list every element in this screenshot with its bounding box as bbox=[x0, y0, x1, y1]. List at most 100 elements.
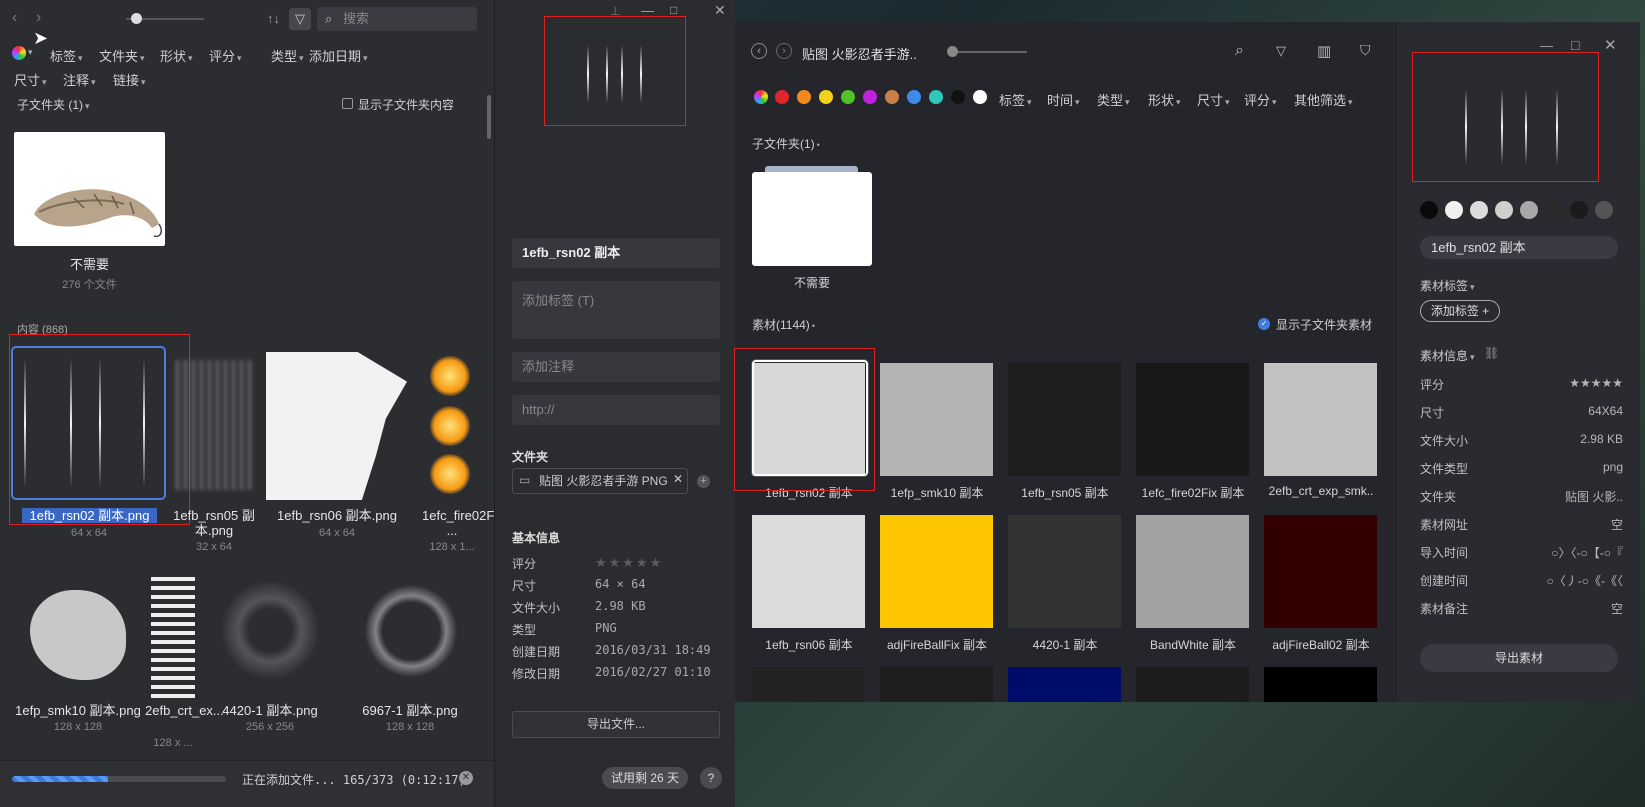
color-swatch[interactable] bbox=[973, 90, 987, 104]
subfolder-header[interactable]: 子文件夹(1) • bbox=[752, 135, 820, 152]
zoom-slider[interactable] bbox=[951, 51, 1027, 53]
material-tile[interactable] bbox=[1136, 363, 1249, 476]
show-subfolder-checkbox[interactable] bbox=[342, 98, 353, 109]
inspector-name-field[interactable]: 1efb_rsn02 副本 bbox=[1420, 236, 1618, 259]
color-swatch[interactable] bbox=[907, 90, 921, 104]
link-icon[interactable]: ⛓ bbox=[1484, 346, 1499, 360]
palette-swatch[interactable] bbox=[1470, 201, 1488, 219]
chevron-right-icon[interactable]: › bbox=[36, 9, 41, 27]
folder-chip[interactable]: 贴图 火影忍者手游 PNG bbox=[512, 468, 688, 494]
materials-header[interactable]: 素材(1144) • bbox=[752, 316, 815, 333]
filter-row2-1[interactable]: 注释 ▾ bbox=[63, 70, 96, 89]
zoom-slider-handle[interactable] bbox=[947, 46, 958, 57]
material-tile[interactable] bbox=[880, 515, 993, 628]
material-tile[interactable] bbox=[1136, 667, 1249, 702]
filter-4[interactable]: 类型 ▾ bbox=[271, 46, 304, 65]
material-tile[interactable] bbox=[1008, 515, 1121, 628]
color-swatch[interactable] bbox=[863, 90, 877, 104]
thumbnail-6967[interactable] bbox=[363, 583, 459, 679]
sort-icon[interactable]: ↑↓ bbox=[267, 11, 280, 26]
filter-5[interactable]: 评分 ▾ bbox=[1244, 90, 1277, 109]
close-icon[interactable]: ✕ bbox=[1604, 36, 1617, 54]
material-tile[interactable] bbox=[1008, 363, 1121, 476]
color-swatch[interactable] bbox=[797, 90, 811, 104]
color-wheel-icon[interactable] bbox=[754, 90, 768, 104]
url-field[interactable]: http:// bbox=[512, 395, 720, 425]
scrollbar-thumb[interactable] bbox=[487, 95, 491, 139]
filter-icon[interactable]: ▽ bbox=[289, 8, 311, 30]
filter-1[interactable]: 时间 ▾ bbox=[1047, 90, 1080, 109]
filter-row2-2[interactable]: 链接 ▾ bbox=[113, 70, 146, 89]
chevron-left-icon[interactable]: ‹ bbox=[12, 9, 17, 27]
minimize-icon[interactable]: — bbox=[1540, 38, 1553, 53]
layout-icon[interactable]: ▥ bbox=[1317, 42, 1331, 60]
tag-field[interactable]: 添加标签 (T) bbox=[512, 281, 720, 339]
palette-swatch[interactable] bbox=[1445, 201, 1463, 219]
remove-folder-icon[interactable]: ✕ bbox=[673, 472, 683, 486]
color-swatch[interactable] bbox=[929, 90, 943, 104]
color-filter-icon[interactable] bbox=[12, 46, 26, 60]
palette-swatch[interactable] bbox=[1545, 201, 1563, 219]
color-swatch[interactable] bbox=[841, 90, 855, 104]
add-folder-icon[interactable]: + bbox=[697, 475, 710, 488]
material-tile[interactable] bbox=[1008, 667, 1121, 702]
close-icon[interactable]: ✕ bbox=[714, 2, 726, 19]
filter-icon[interactable]: ▽ bbox=[1276, 43, 1286, 59]
color-swatch[interactable] bbox=[775, 90, 789, 104]
filter-row2-0[interactable]: 尺寸 ▾ bbox=[14, 70, 47, 89]
search-input[interactable]: 搜索 bbox=[317, 7, 477, 31]
filter-2[interactable]: 形状 ▾ bbox=[160, 46, 193, 65]
material-tile[interactable] bbox=[1136, 515, 1249, 628]
shirt-icon[interactable]: ⛉ bbox=[1360, 42, 1371, 59]
color-swatch[interactable] bbox=[951, 90, 965, 104]
filter-3[interactable]: 评分 ▾ bbox=[209, 46, 242, 65]
filter-0[interactable]: 标签 ▾ bbox=[50, 46, 83, 65]
filter-5[interactable]: 添加日期 ▾ bbox=[309, 46, 368, 65]
filter-6[interactable]: 其他筛选 ▾ bbox=[1294, 90, 1353, 109]
palette-swatch[interactable] bbox=[1520, 201, 1538, 219]
trial-badge[interactable]: 试用剩 26 天 bbox=[602, 767, 688, 789]
palette-swatch[interactable] bbox=[1570, 201, 1588, 219]
thumbnail-crt-exp[interactable] bbox=[151, 577, 195, 699]
forward-icon[interactable]: › bbox=[776, 43, 792, 59]
filter-2[interactable]: 类型 ▾ bbox=[1097, 90, 1130, 109]
info-label[interactable]: 素材信息 ▾ bbox=[1420, 347, 1475, 364]
material-tile[interactable] bbox=[880, 363, 993, 476]
zoom-slider-handle[interactable] bbox=[131, 13, 142, 24]
filter-1[interactable]: 文件夹 ▾ bbox=[99, 46, 145, 65]
palette-swatch[interactable] bbox=[1495, 201, 1513, 219]
name-field[interactable]: 1efb_rsn02 副本 bbox=[512, 238, 720, 268]
folder-thumbnail[interactable] bbox=[752, 172, 872, 266]
cancel-icon[interactable]: ✕ bbox=[459, 771, 473, 785]
filter-0[interactable]: 标签 ▾ bbox=[999, 90, 1032, 109]
material-tile[interactable] bbox=[1264, 667, 1377, 702]
thumbnail-4420[interactable] bbox=[220, 580, 320, 680]
export-file-button[interactable]: 导出文件... bbox=[512, 711, 720, 738]
mouse-cursor-icon: ➤ bbox=[33, 28, 49, 48]
maximize-icon[interactable]: □ bbox=[670, 3, 677, 17]
folder-thumbnail[interactable] bbox=[14, 132, 165, 246]
rating-stars[interactable]: ★★★★★ bbox=[595, 555, 663, 571]
show-sub-materials-checkbox[interactable]: ✓ bbox=[1258, 318, 1270, 330]
help-button[interactable]: ? bbox=[700, 767, 722, 789]
material-tile[interactable] bbox=[752, 667, 865, 702]
palette-swatch[interactable] bbox=[1595, 201, 1613, 219]
material-tile[interactable] bbox=[1264, 515, 1377, 628]
export-material-button[interactable]: 导出素材 bbox=[1420, 644, 1618, 672]
add-tag-button[interactable]: 添加标签 + bbox=[1420, 300, 1500, 322]
search-icon[interactable]: ⌕ bbox=[1235, 42, 1244, 60]
filter-4[interactable]: 尺寸 ▾ bbox=[1197, 90, 1230, 109]
thumbnail-rsn05[interactable] bbox=[176, 360, 251, 490]
subfolder-header[interactable]: 子文件夹 (1) ▾ bbox=[17, 96, 90, 113]
color-swatch[interactable] bbox=[885, 90, 899, 104]
back-icon[interactable]: ‹ bbox=[751, 43, 767, 59]
color-swatch[interactable] bbox=[819, 90, 833, 104]
material-tile[interactable] bbox=[1264, 363, 1377, 476]
note-field[interactable]: 添加注释 bbox=[512, 352, 720, 382]
material-tile[interactable] bbox=[752, 515, 865, 628]
maximize-icon[interactable]: □ bbox=[1571, 37, 1579, 53]
palette-swatch[interactable] bbox=[1420, 201, 1438, 219]
material-tile[interactable] bbox=[880, 667, 993, 702]
filter-3[interactable]: 形状 ▾ bbox=[1148, 90, 1181, 109]
tags-label[interactable]: 素材标签 ▾ bbox=[1420, 277, 1475, 294]
